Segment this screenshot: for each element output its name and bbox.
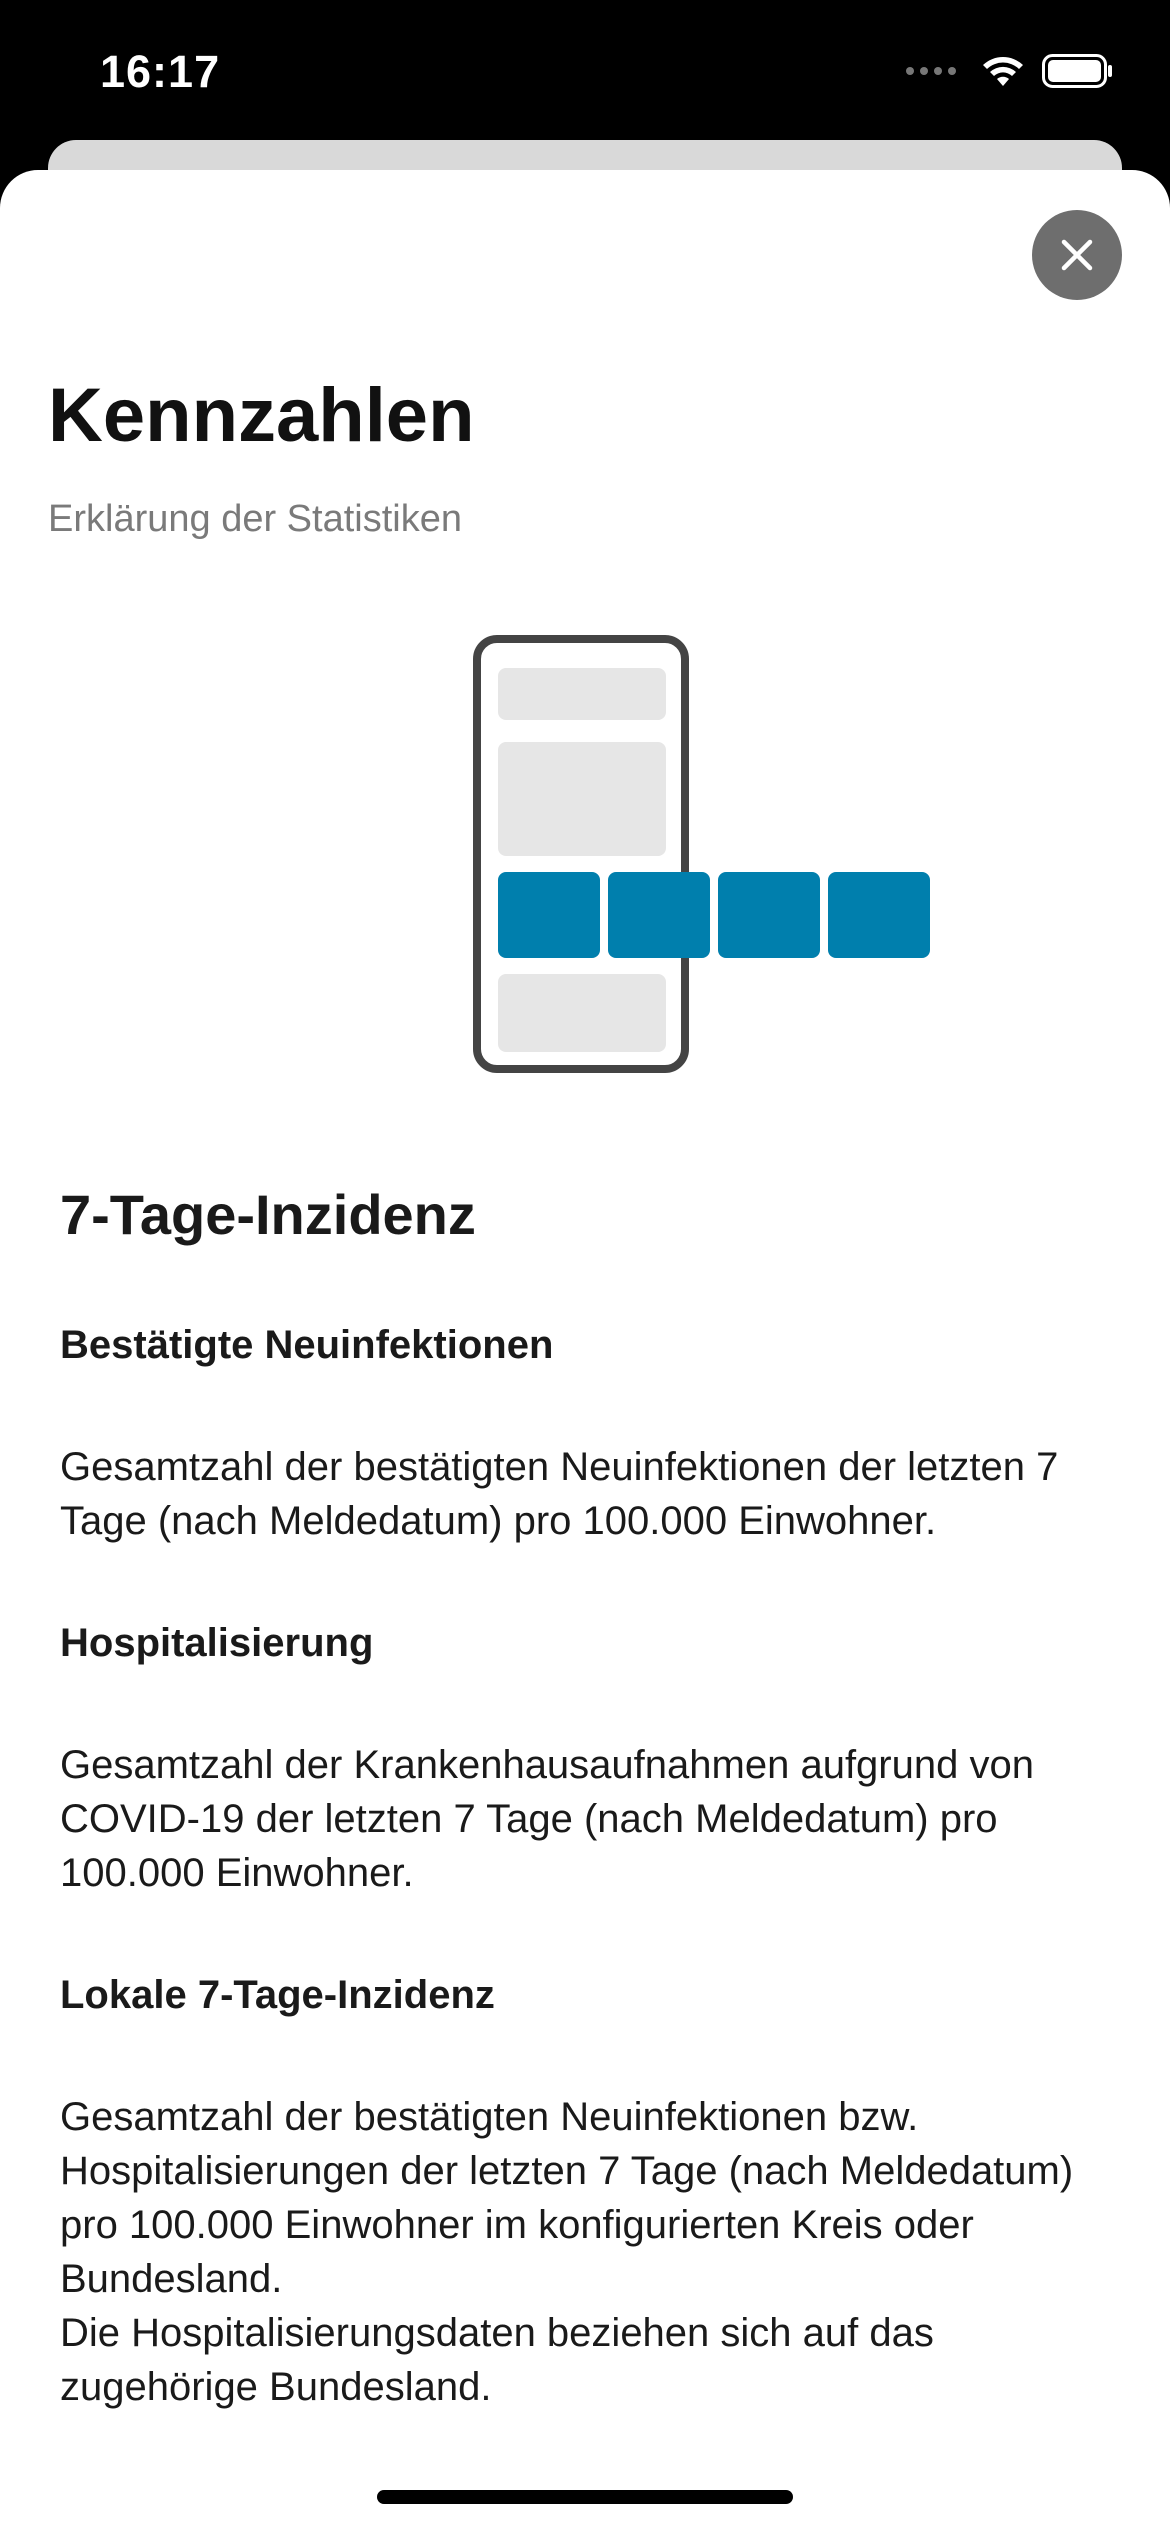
close-button[interactable] (1032, 210, 1122, 300)
item-heading: Lokale 7-Tage-Inzidenz (60, 1973, 495, 2017)
item-heading: Hospitalisierung (60, 1621, 374, 1665)
page-title: Kennzahlen (48, 373, 475, 458)
page-subtitle: Erklärung der Statistiken (48, 498, 462, 540)
close-icon (1061, 239, 1093, 271)
item-text: Gesamtzahl der bestätigten Neuinfektione… (60, 1445, 1059, 1543)
phone-statistics-illustration (473, 635, 930, 1073)
section-title: 7-Tage-Inzidenz (60, 1183, 476, 1246)
content: 7-Tage-Inzidenz Bestätigte Neuinfektione… (60, 1180, 1100, 2414)
item-text: Gesamtzahl der Krankenhausaufnahmen aufg… (60, 1743, 1034, 1895)
status-icons (906, 54, 1114, 88)
item-text-extra: Die Hospitalisierungsdaten beziehen sich… (60, 2311, 934, 2409)
item-heading: Bestätigte Neuinfektionen (60, 1323, 554, 1367)
status-bar: 16:17 (0, 0, 1170, 150)
status-time: 16:17 (100, 46, 221, 97)
battery-icon (1042, 54, 1112, 88)
item-text: Gesamtzahl der bestätigten Neuinfektione… (60, 2095, 1074, 2301)
home-indicator[interactable] (377, 2490, 793, 2504)
signal-dots-icon (906, 67, 956, 75)
wifi-icon (983, 57, 1023, 86)
